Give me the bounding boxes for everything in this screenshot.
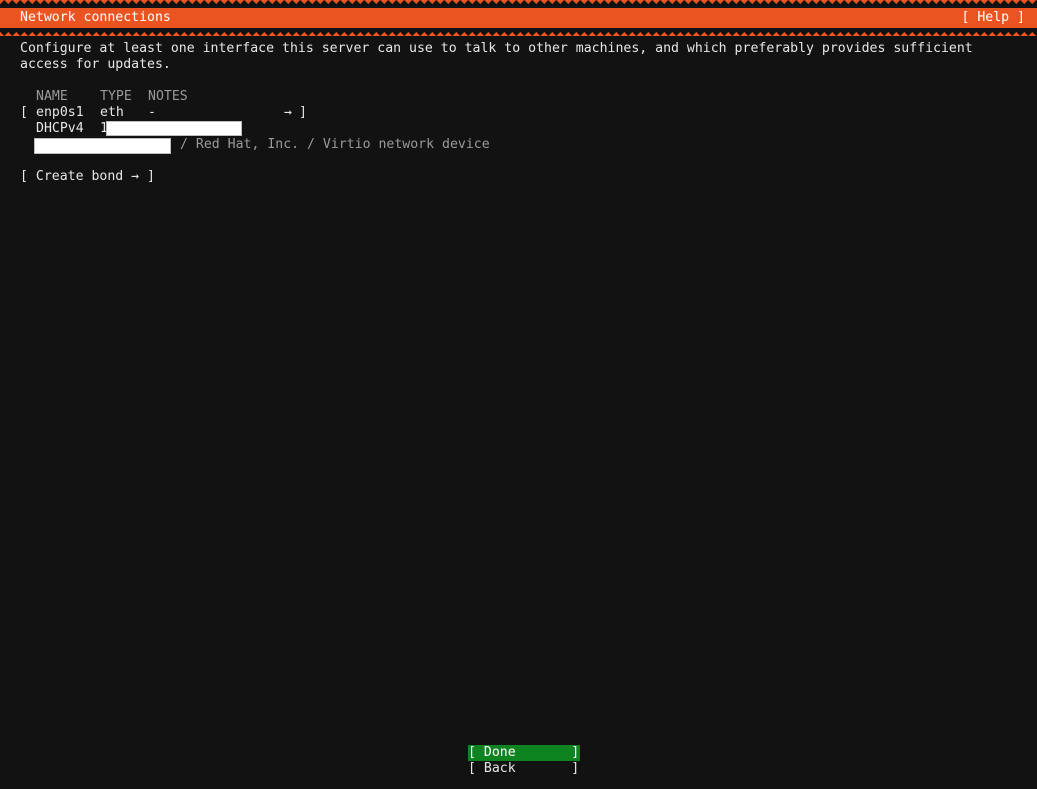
header-zigzag-bottom [0, 28, 1037, 36]
header-zigzag-top [0, 0, 1037, 8]
interface-row-close-bracket: ] [299, 105, 307, 120]
interface-name: enp0s1 [36, 105, 84, 120]
column-header-name: NAME [36, 89, 68, 104]
column-header-type: TYPE [100, 89, 132, 104]
redacted-mac-address [34, 138, 171, 154]
intro-text-line-1: Configure at least one interface this se… [20, 41, 973, 56]
page-title: Network connections [20, 10, 171, 25]
interface-row-open-bracket: [ [20, 105, 28, 120]
create-bond-button[interactable]: [ Create bond → ] [20, 169, 155, 185]
help-button[interactable]: [ Help ] [961, 10, 1025, 26]
redacted-ip-address [106, 121, 242, 136]
intro-text-line-2: access for updates. [20, 57, 171, 72]
interface-notes: - [148, 105, 156, 120]
back-button[interactable]: [ Back ] [468, 761, 580, 777]
interface-type: eth [100, 105, 124, 120]
title-bar: Network connections [ Help ] [0, 8, 1037, 28]
interface-menu-arrow-icon: → [284, 105, 292, 120]
address-method: DHCPv4 [36, 121, 84, 136]
device-description: / Red Hat, Inc. / Virtio network device [180, 137, 490, 152]
column-header-notes: NOTES [148, 89, 188, 104]
done-button[interactable]: [ Done ] [468, 745, 580, 761]
